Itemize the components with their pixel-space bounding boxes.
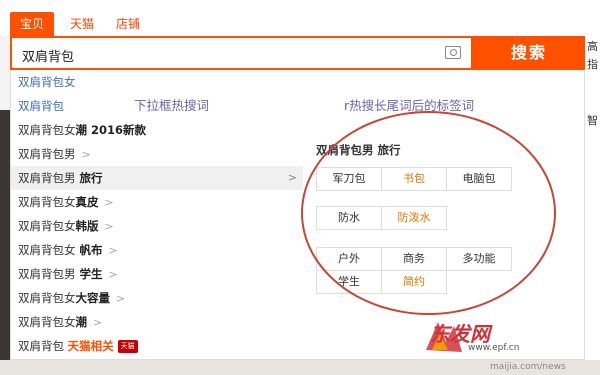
suggestion-item[interactable]: 双肩背包女 <box>11 70 303 94</box>
watermark-url: www.epf.cn <box>468 343 520 353</box>
suggestion-item[interactable]: 双肩背包女真皮 > <box>11 190 303 214</box>
edge-text: 智 <box>587 114 598 127</box>
suggestion-item[interactable]: 双肩背包男 > <box>11 142 303 166</box>
chevron-right-icon: > <box>93 316 103 329</box>
tab-baobei[interactable]: 宝贝 <box>10 12 55 36</box>
chevron-right-icon: > <box>81 148 91 161</box>
chevron-right-icon: > <box>104 220 114 233</box>
suggestion-text: 双肩背包男 <box>18 147 76 161</box>
search-box <box>10 36 473 70</box>
chevron-right-icon: > <box>116 292 126 305</box>
annotation-left: 下拉框热搜词 <box>134 98 210 113</box>
suggestion-text: 双肩背包女 <box>18 195 76 209</box>
suggestion-text: 双肩背包女 <box>18 243 76 257</box>
camera-icon[interactable] <box>445 46 461 59</box>
tab-tmall[interactable]: 天猫 <box>60 12 104 36</box>
watermark-url-secondary: maijia.com/news <box>490 362 566 372</box>
suggestion-text: 双肩背包男 <box>18 171 76 185</box>
suggestion-dropdown: 双肩背包女 双肩背包 双肩背包女潮 2016新款 双肩背包男 > 双肩背包男 旅行… <box>10 70 585 360</box>
annotation-circle <box>301 111 556 315</box>
suggestion-item[interactable]: 双肩背包女大容量 > <box>11 286 303 310</box>
suggestion-suffix: 真皮 <box>75 195 99 209</box>
page: 高 指 智 宝贝 天猫 店铺 搜索 双肩背包女 双肩背包 双肩背包女潮 2016… <box>0 0 600 375</box>
page-edge-strip: 高 指 智 <box>585 0 600 375</box>
suggestion-item[interactable]: 双肩背包女韩版 > <box>11 214 303 238</box>
search-input[interactable] <box>20 44 424 66</box>
suggestion-suffix: 天猫相关 <box>67 339 114 353</box>
edge-text: 高 <box>587 40 598 53</box>
suggestion-item-active[interactable]: 双肩背包男 旅行 > <box>11 166 303 190</box>
edge-text: 指 <box>587 58 598 71</box>
suggestion-text: 双肩背包 <box>18 99 64 113</box>
suggestion-suffix: 潮 2016新款 <box>75 123 147 137</box>
tmall-badge-icon: 天猫 <box>117 340 138 353</box>
chevron-right-icon: > <box>108 244 118 257</box>
suggestion-text: 双肩背包女 <box>18 291 76 305</box>
search-tabs: 宝贝 天猫 店铺 <box>0 0 585 36</box>
suggestion-suffix: 帆布 <box>75 243 103 257</box>
suggestion-text: 双肩背包女 <box>18 315 76 329</box>
suggestion-item[interactable]: 双肩背包女潮 2016新款 <box>11 118 303 142</box>
search-button[interactable]: 搜索 <box>473 36 585 70</box>
suggestion-item[interactable]: 双肩背包 天猫相关 天猫 <box>11 334 303 358</box>
suggestion-suffix: 韩版 <box>75 219 99 233</box>
suggestion-text: 双肩背包女 <box>18 123 76 137</box>
chevron-right-icon: > <box>104 196 114 209</box>
suggestion-text: 双肩背包 <box>18 339 68 353</box>
suggestion-text: 双肩背包女 <box>18 75 76 89</box>
background-photo-edge <box>0 110 10 360</box>
chevron-right-icon: > <box>287 171 297 184</box>
suggestion-text: 双肩背包男 <box>18 267 76 281</box>
suggestion-suffix: 大容量 <box>75 291 111 305</box>
suggestion-suffix: 潮 <box>75 315 88 329</box>
suggestion-item[interactable]: 双肩背包男 学生 > <box>11 262 303 286</box>
suggestion-item[interactable]: 双肩背包女潮 > <box>11 310 303 334</box>
suggestion-suffix: 学生 <box>75 267 103 281</box>
tab-shop[interactable]: 店铺 <box>106 12 150 36</box>
suggestion-text: 双肩背包女 <box>18 219 76 233</box>
chevron-right-icon: > <box>108 268 118 281</box>
suggestion-suffix: 旅行 <box>75 171 103 185</box>
suggestion-item[interactable]: 双肩背包女 帆布 > <box>11 238 303 262</box>
